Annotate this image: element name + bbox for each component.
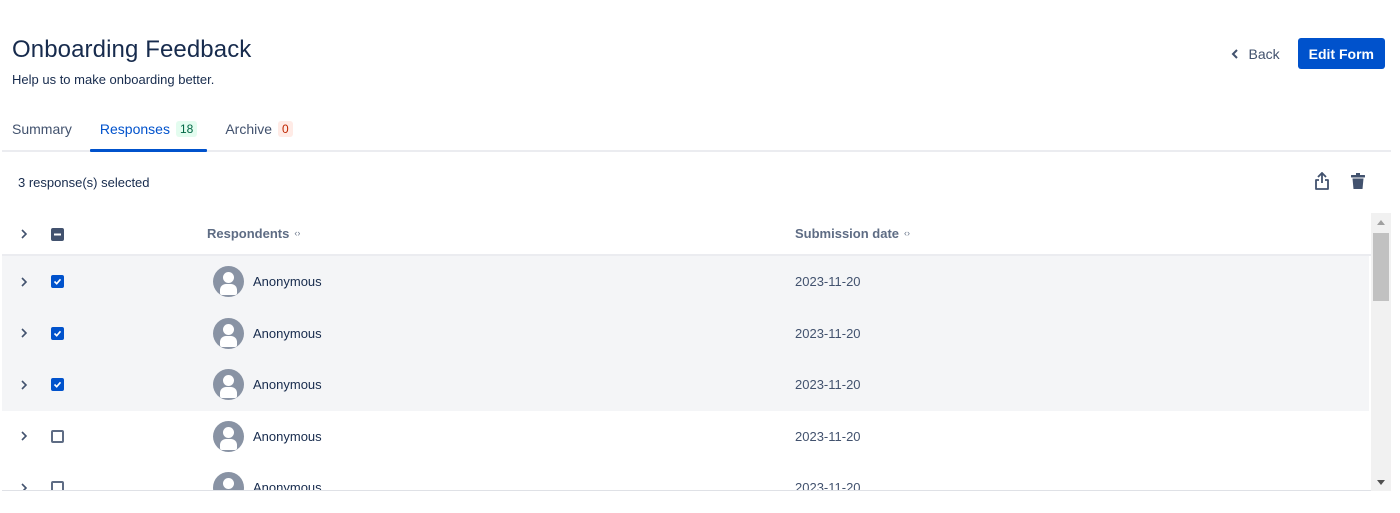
indeterminate-checkbox-icon <box>51 227 64 241</box>
checked-checkbox-icon <box>51 275 64 289</box>
respondent-cell: Anonymous <box>213 359 322 411</box>
scrollbar-thumb[interactable] <box>1373 233 1389 301</box>
tab-summary-label: Summary <box>12 121 72 137</box>
respondent-cell: Anonymous <box>213 256 322 308</box>
chevron-right-icon <box>21 328 28 338</box>
chevron-right-icon <box>21 483 28 490</box>
submission-date-cell: 2023-11-20 <box>795 377 861 393</box>
expand-row-toggle[interactable] <box>20 359 28 411</box>
expand-row-toggle[interactable] <box>20 308 28 360</box>
submission-date-cell: 2023-11-20 <box>795 274 861 290</box>
responses-count-badge: 18 <box>175 121 198 137</box>
table-row[interactable]: Anonymous 2023-11-20 <box>2 256 1369 308</box>
select-all-checkbox[interactable] <box>51 212 64 256</box>
expand-row-toggle[interactable] <box>20 256 28 308</box>
tab-responses[interactable]: Responses 18 <box>89 108 208 152</box>
unchecked-checkbox-icon <box>51 481 64 490</box>
respondent-name: Anonymous <box>253 480 322 491</box>
avatar-icon <box>213 472 244 490</box>
avatar-icon <box>213 369 244 401</box>
responses-table: Respondents ‹› Submission date ‹› Anonym… <box>2 212 1391 491</box>
column-date-label: Submission date <box>795 225 900 241</box>
row-checkbox[interactable] <box>51 462 64 490</box>
scroll-down-arrow-icon[interactable] <box>1371 473 1391 491</box>
tab-archive-label: Archive <box>225 121 272 137</box>
column-respondents[interactable]: Respondents ‹› <box>207 226 300 241</box>
checked-checkbox-icon <box>51 378 64 392</box>
table-scrollbar[interactable] <box>1371 213 1391 491</box>
archive-count-badge: 0 <box>278 121 293 137</box>
scroll-up-arrow-icon[interactable] <box>1371 213 1391 231</box>
column-submission-date[interactable]: Submission date ‹› <box>795 226 910 241</box>
trash-icon[interactable] <box>1350 172 1366 191</box>
row-checkbox[interactable] <box>51 256 64 308</box>
respondent-name: Anonymous <box>253 428 322 444</box>
table-row[interactable]: Anonymous 2023-11-20 <box>2 411 1369 463</box>
submission-date-cell: 2023-11-20 <box>795 480 861 491</box>
bulk-actions <box>1314 172 1366 191</box>
back-label: Back <box>1248 45 1280 62</box>
header-actions: Back Edit Form <box>1221 38 1385 69</box>
expand-row-toggle[interactable] <box>20 411 28 463</box>
respondent-cell: Anonymous <box>213 411 322 463</box>
table-body: Anonymous 2023-11-20 Anonymous 2023-11-2… <box>2 256 1391 491</box>
tab-summary[interactable]: Summary <box>2 108 82 150</box>
row-checkbox[interactable] <box>51 411 64 463</box>
tab-bar: Summary Responses 18 Archive 0 <box>2 108 1391 152</box>
expand-all-toggle[interactable] <box>20 212 28 256</box>
chevron-right-icon <box>21 431 28 441</box>
sort-icon: ‹› <box>294 228 301 238</box>
sort-icon: ‹› <box>904 228 911 238</box>
table-row[interactable]: Anonymous 2023-11-20 <box>2 359 1369 411</box>
respondent-cell: Anonymous <box>213 308 322 360</box>
tab-responses-label: Responses <box>99 121 170 137</box>
chevron-right-icon <box>21 229 28 239</box>
unchecked-checkbox-icon <box>51 429 64 443</box>
selection-count: 3 response(s) selected <box>18 175 150 190</box>
page-title: Onboarding Feedback <box>12 36 252 63</box>
respondent-name: Anonymous <box>253 377 322 393</box>
column-respondents-label: Respondents <box>207 225 290 241</box>
checked-checkbox-icon <box>51 326 64 340</box>
row-checkbox[interactable] <box>51 359 64 411</box>
respondent-name: Anonymous <box>253 274 322 290</box>
avatar-icon <box>213 420 244 452</box>
submission-date-cell: 2023-11-20 <box>795 325 861 341</box>
row-checkbox[interactable] <box>51 308 64 360</box>
edit-form-button[interactable]: Edit Form <box>1297 38 1385 69</box>
respondent-name: Anonymous <box>253 325 322 341</box>
page-subtitle: Help us to make onboarding better. <box>12 72 215 87</box>
table-row[interactable]: Anonymous 2023-11-20 <box>2 307 1369 360</box>
back-button[interactable]: Back <box>1221 39 1290 69</box>
page-header: Onboarding Feedback Help us to make onbo… <box>12 36 251 87</box>
avatar-icon <box>213 317 244 349</box>
share-icon[interactable] <box>1314 172 1330 191</box>
chevron-right-icon <box>21 277 28 287</box>
expand-row-toggle[interactable] <box>20 462 28 490</box>
table-header: Respondents ‹› Submission date ‹› <box>2 212 1391 256</box>
submission-date-cell: 2023-11-20 <box>795 428 861 444</box>
avatar-icon <box>213 266 244 298</box>
tab-archive[interactable]: Archive 0 <box>215 108 302 150</box>
table-row[interactable]: Anonymous 2023-11-20 <box>2 462 1369 491</box>
chevron-right-icon <box>21 380 28 390</box>
chevron-left-icon <box>1231 48 1238 59</box>
respondent-cell: Anonymous <box>213 462 322 491</box>
